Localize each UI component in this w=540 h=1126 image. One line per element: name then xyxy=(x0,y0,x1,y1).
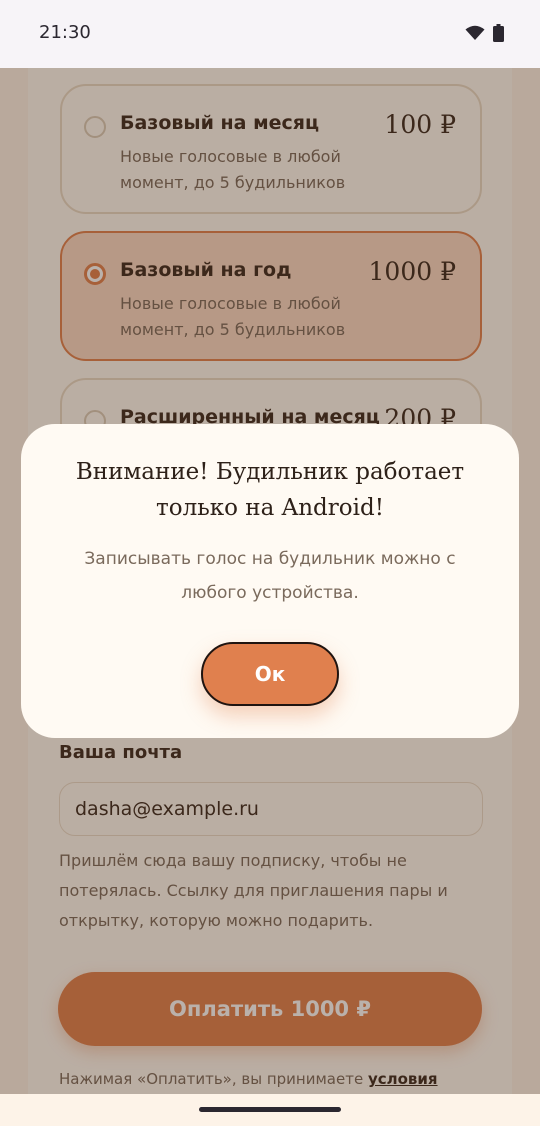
status-icons xyxy=(465,24,504,46)
battery-icon xyxy=(493,24,504,46)
screen: 21:30 Базовый на месяц 100 ₽ Новые голос… xyxy=(0,0,540,1126)
status-bar: 21:30 xyxy=(0,0,540,68)
wifi-icon xyxy=(465,25,485,45)
dialog-title: Внимание! Будильник работает только на A… xyxy=(75,459,465,521)
dialog-text: Записывать голос на будильник можно с лю… xyxy=(84,549,456,603)
ok-button[interactable]: Ок xyxy=(201,642,339,706)
home-gesture-handle[interactable] xyxy=(199,1107,341,1112)
navigation-bar xyxy=(0,1094,540,1126)
android-only-dialog: Внимание! Будильник работает только на A… xyxy=(21,424,519,738)
status-time: 21:30 xyxy=(39,22,91,43)
